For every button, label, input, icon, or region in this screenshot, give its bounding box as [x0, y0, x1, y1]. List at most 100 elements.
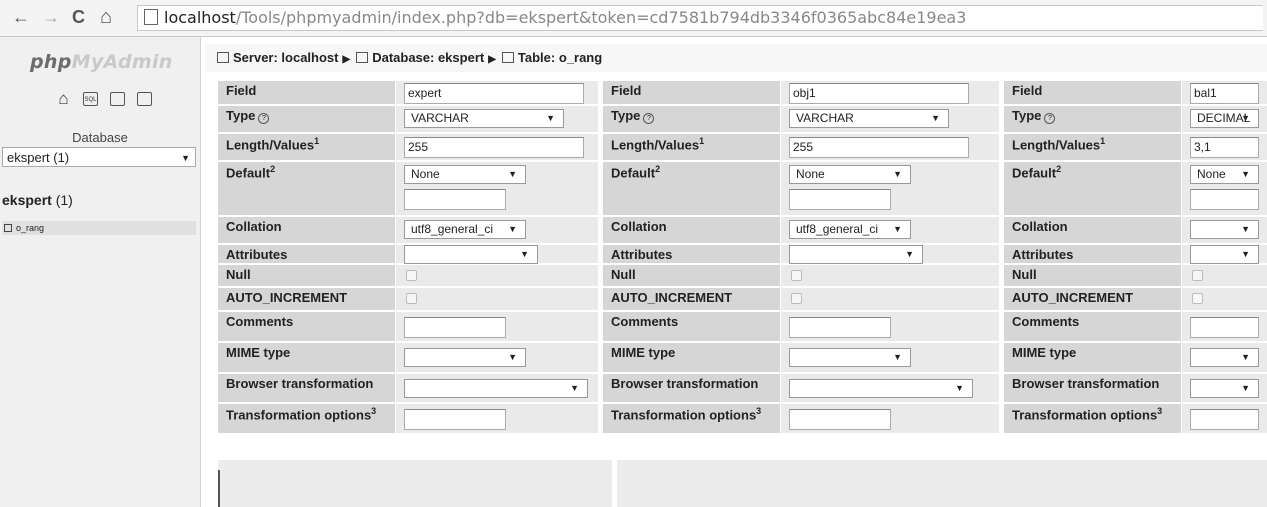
- attributes-select[interactable]: ▼: [1190, 245, 1259, 264]
- label-text: MIME type: [611, 345, 676, 360]
- browser-transformation-select[interactable]: ▼: [789, 379, 973, 398]
- transformation-options-input[interactable]: [404, 409, 506, 430]
- label-mime: MIME type: [603, 343, 780, 372]
- divider: [612, 460, 617, 507]
- browser-transformation-select[interactable]: ▼: [1190, 379, 1259, 398]
- collation-select[interactable]: ▼: [1190, 220, 1259, 239]
- label-text: Default: [1012, 165, 1057, 181]
- label-default: Default2: [603, 162, 780, 215]
- chevron-down-icon: ▼: [181, 153, 190, 163]
- label-length: Length/Values1: [603, 134, 780, 160]
- type-select[interactable]: VARCHAR ▼: [789, 109, 949, 128]
- field-name-input[interactable]: expert: [404, 83, 584, 104]
- label-field: Field: [218, 81, 395, 104]
- auto-increment-checkbox[interactable]: [1192, 293, 1203, 304]
- length-values-input[interactable]: 255: [789, 137, 969, 158]
- attributes-select[interactable]: ▼: [404, 245, 538, 264]
- docs-icon[interactable]: [137, 92, 152, 106]
- type-select[interactable]: VARCHAR ▼: [404, 109, 564, 128]
- transformation-options-input[interactable]: [789, 409, 891, 430]
- breadcrumb-database[interactable]: Database: ekspert: [372, 50, 484, 65]
- chevron-down-icon: ▼: [1241, 224, 1250, 234]
- label-text: Transformation options: [226, 407, 372, 423]
- null-checkbox[interactable]: [1192, 270, 1203, 281]
- sql-icon[interactable]: SQL: [83, 92, 98, 106]
- row-transformation-options: Transformation options3: [1004, 404, 1267, 433]
- breadcrumb-server[interactable]: Server: localhost: [233, 50, 339, 65]
- table-icon: [4, 224, 12, 232]
- footnote-marker: 1: [699, 136, 705, 146]
- chevron-down-icon: ▼: [955, 383, 964, 393]
- length-values-input[interactable]: 3,1: [1190, 137, 1259, 158]
- database-title[interactable]: ekspert (1): [2, 192, 73, 208]
- default-value-input[interactable]: [789, 189, 891, 210]
- field-name-input[interactable]: obj1: [789, 83, 969, 104]
- breadcrumb-table[interactable]: Table: o_rang: [518, 50, 602, 65]
- label-text: Attributes: [611, 247, 673, 262]
- phpmyadmin-logo[interactable]: phpMyAdmin: [30, 51, 173, 73]
- label-text: Collation: [611, 219, 667, 234]
- home-icon[interactable]: ⌂: [56, 90, 71, 107]
- sidebar-item-o-rang[interactable]: o_rang: [2, 221, 196, 235]
- address-bar[interactable]: localhost/Tools/phpmyadmin/index.php?db=…: [137, 5, 1263, 31]
- collation-select[interactable]: utf8_general_ci ▼: [789, 220, 911, 239]
- label-type: Type?: [218, 106, 395, 132]
- query-window-icon[interactable]: [110, 92, 125, 106]
- footnote-marker: 2: [1056, 164, 1062, 174]
- help-icon[interactable]: ?: [258, 113, 270, 124]
- chevron-down-icon: ▼: [508, 352, 517, 362]
- mime-type-select[interactable]: ▼: [1190, 348, 1259, 367]
- label-text: Attributes: [226, 247, 288, 262]
- auto-increment-checkbox[interactable]: [406, 293, 417, 304]
- default-select[interactable]: None ▼: [404, 165, 526, 184]
- default-select[interactable]: None ▼: [789, 165, 911, 184]
- label-text: Field: [1012, 83, 1043, 98]
- label-text: Length/Values: [1012, 137, 1101, 153]
- mime-type-select[interactable]: ▼: [404, 348, 526, 367]
- label-null: Null: [218, 265, 395, 286]
- auto-increment-checkbox[interactable]: [791, 293, 802, 304]
- collation-select[interactable]: utf8_general_ci ▼: [404, 220, 526, 239]
- back-arrow-icon[interactable]: ←: [12, 6, 30, 28]
- row-null: Null: [218, 265, 598, 286]
- value-cell: [781, 265, 999, 286]
- default-value-input[interactable]: [1190, 189, 1259, 210]
- row-comments: Comments: [1004, 312, 1267, 341]
- row-length: Length/Values1 255: [603, 134, 999, 160]
- chevron-down-icon: ▼: [931, 113, 940, 123]
- row-collation: Collation utf8_general_ci ▼: [218, 217, 598, 243]
- label-text: Transformation options: [611, 407, 757, 423]
- attributes-select[interactable]: ▼: [789, 245, 923, 264]
- type-select-value: VARCHAR: [796, 111, 854, 125]
- database-select[interactable]: ekspert (1) ▼: [2, 147, 196, 167]
- help-icon[interactable]: ?: [643, 113, 655, 124]
- label-type: Type?: [1004, 106, 1181, 132]
- label-text: Default: [226, 165, 271, 181]
- default-select-value: None: [1197, 167, 1226, 181]
- field-name-input[interactable]: bal1: [1190, 83, 1259, 104]
- browser-transformation-select[interactable]: ▼: [404, 379, 588, 398]
- null-checkbox[interactable]: [406, 270, 417, 281]
- default-select[interactable]: None ▼: [1190, 165, 1259, 184]
- comments-input[interactable]: [1190, 317, 1259, 338]
- null-checkbox[interactable]: [791, 270, 802, 281]
- row-collation: Collation ▼: [1004, 217, 1267, 243]
- label-text: Null: [1012, 267, 1037, 282]
- row-mime: MIME type ▼: [1004, 343, 1267, 372]
- home-icon[interactable]: ⌂: [100, 6, 112, 28]
- footnote-marker: 3: [1157, 406, 1163, 416]
- help-icon[interactable]: ?: [1044, 113, 1056, 124]
- forward-arrow-icon[interactable]: →: [42, 6, 60, 28]
- mime-type-select[interactable]: ▼: [789, 348, 911, 367]
- default-value-input[interactable]: [404, 189, 506, 210]
- row-length: Length/Values1 255: [218, 134, 598, 160]
- length-values-input[interactable]: 255: [404, 137, 584, 158]
- comments-input[interactable]: [789, 317, 891, 338]
- type-select[interactable]: DECIMAL ▼: [1190, 109, 1259, 128]
- transformation-options-input[interactable]: [1190, 409, 1259, 430]
- reload-icon[interactable]: C: [72, 6, 85, 28]
- label-text: AUTO_INCREMENT: [1012, 290, 1134, 305]
- label-text: Browser transformation: [1012, 376, 1160, 391]
- row-auto-increment: AUTO_INCREMENT: [1004, 288, 1267, 310]
- comments-input[interactable]: [404, 317, 506, 338]
